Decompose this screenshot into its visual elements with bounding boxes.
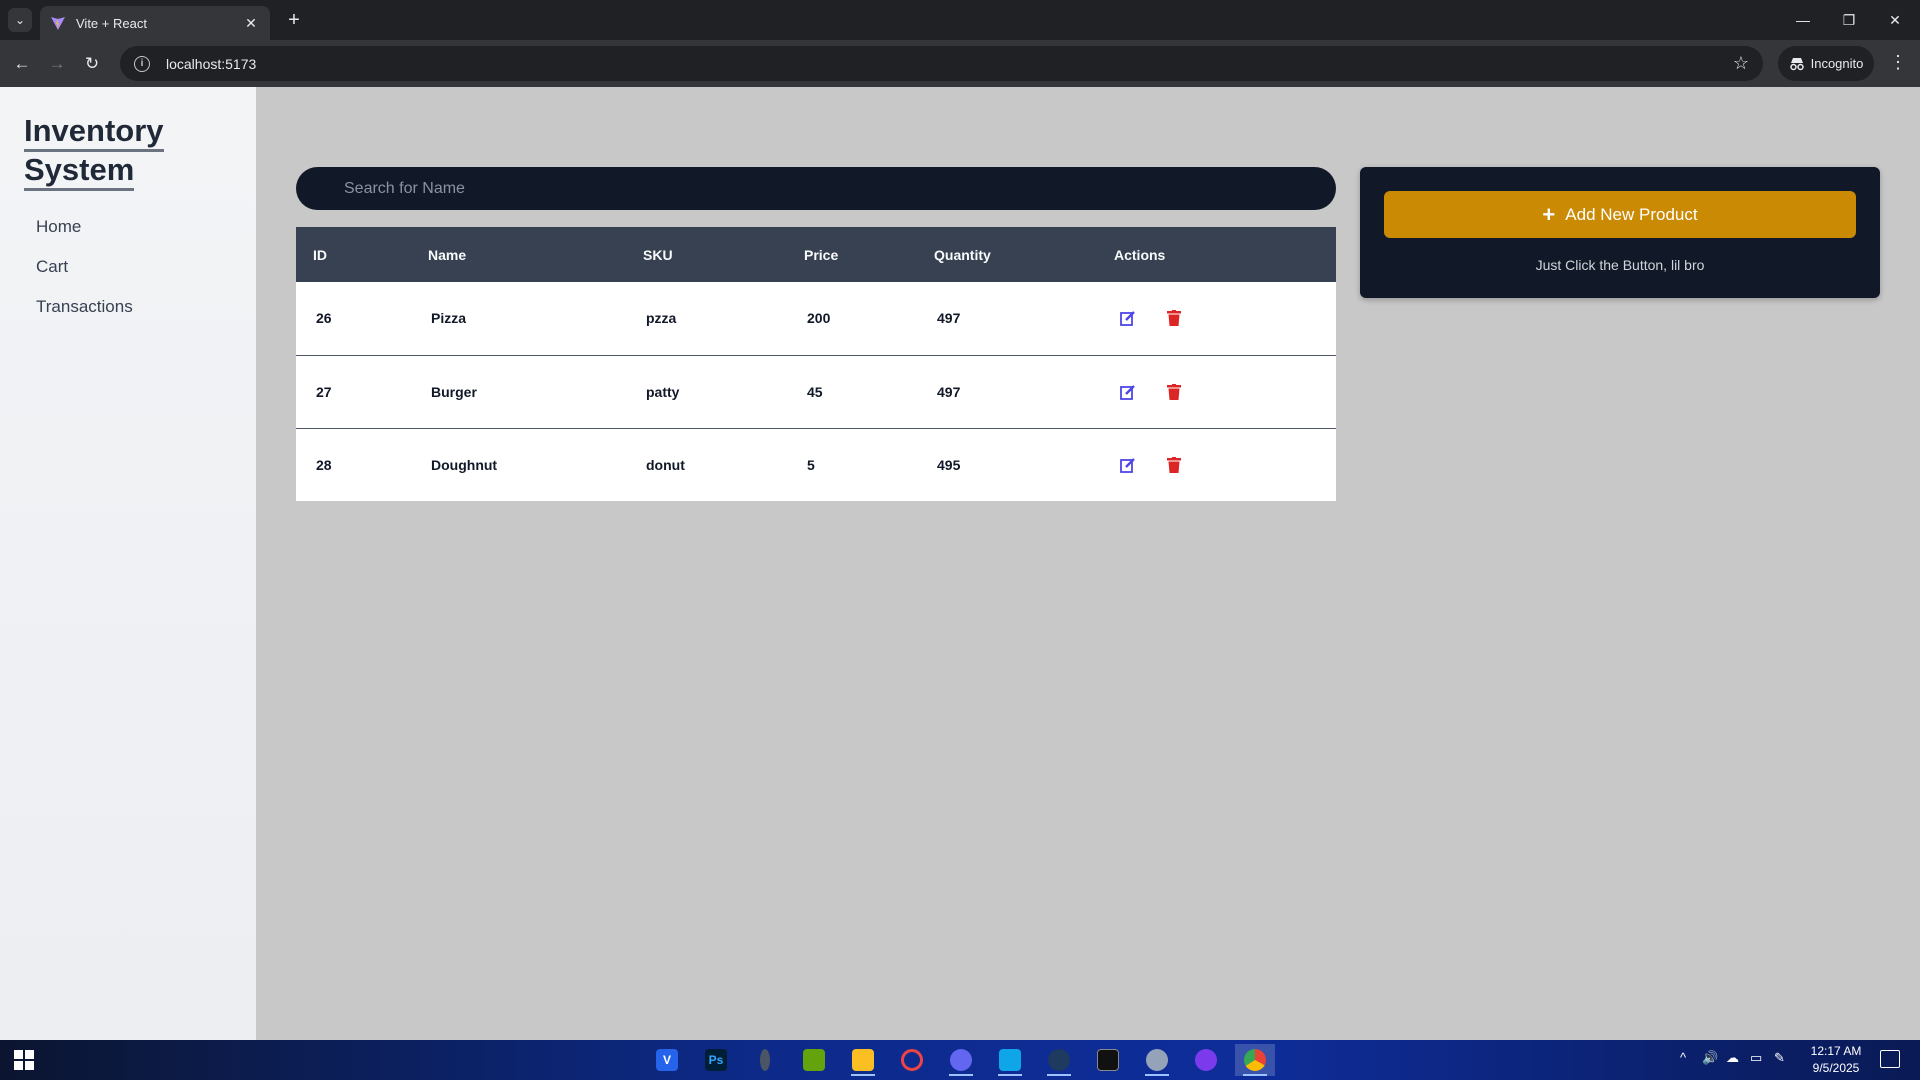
sidebar-nav: Home Cart Transactions <box>36 217 133 337</box>
tray-chevron-icon[interactable]: ^ <box>1680 1050 1686 1065</box>
add-new-product-button[interactable]: + Add New Product <box>1384 191 1856 238</box>
minecraft-icon[interactable] <box>794 1044 834 1076</box>
edit-icon[interactable] <box>1117 454 1139 476</box>
header-name: Name <box>428 246 467 263</box>
network-icon[interactable]: ▭ <box>1750 1050 1762 1066</box>
table-row: 27 Burger patty 45 497 <box>296 355 1336 428</box>
cell-price: 200 <box>807 310 831 327</box>
delete-icon[interactable] <box>1163 381 1185 403</box>
url-text: localhost:5173 <box>166 55 257 72</box>
brand-line-1: Inventory <box>24 113 164 152</box>
app-icon[interactable] <box>745 1044 785 1076</box>
file-explorer-icon[interactable] <box>843 1044 883 1076</box>
discord-icon[interactable] <box>941 1044 981 1076</box>
sidebar-item-cart[interactable]: Cart <box>36 257 133 297</box>
cell-sku: patty <box>646 383 680 400</box>
cell-name: Pizza <box>431 310 467 327</box>
edit-icon[interactable] <box>1117 381 1139 403</box>
cell-quantity: 497 <box>937 383 961 400</box>
forward-button[interactable]: → <box>45 52 69 76</box>
vivaldi-icon[interactable]: V <box>647 1044 687 1076</box>
photoshop-icon[interactable]: Ps <box>696 1044 736 1076</box>
browser-tabstrip: ⌄ Vite + React ✕ + — ❐ ✕ <box>0 0 1920 40</box>
panel-hint-text: Just Click the Button, lil bro <box>1535 257 1705 273</box>
app-viewport: Inventory System Home Cart Transactions … <box>0 87 1920 1040</box>
tab-close-icon[interactable]: ✕ <box>242 15 260 32</box>
add-button-label: Add New Product <box>1565 204 1698 224</box>
cell-name: Doughnut <box>431 456 498 473</box>
edit-icon[interactable] <box>1117 307 1139 329</box>
windows-taskbar: V Ps ^ 🔊 ☁ ▭ ✎ 12:17 AM 9/5/2025 <box>0 1040 1920 1080</box>
delete-icon[interactable] <box>1163 307 1185 329</box>
sidebar-item-transactions[interactable]: Transactions <box>36 297 133 337</box>
reload-button[interactable]: ↻ <box>80 52 104 76</box>
bookmark-star-icon[interactable]: ☆ <box>1733 53 1749 74</box>
browser-toolbar: ← → ↻ i localhost:5173 ☆ Incognito ⋮ <box>0 40 1920 87</box>
github-icon[interactable] <box>1186 1044 1226 1076</box>
sidebar-item-home[interactable]: Home <box>36 217 133 257</box>
cell-actions <box>1097 428 1336 501</box>
browser-menu-icon[interactable]: ⋮ <box>1886 52 1910 73</box>
cell-price: 5 <box>807 456 815 473</box>
header-price: Price <box>804 246 839 263</box>
table-header-row: ID Name SKU Price Quantity Actions <box>296 227 1336 282</box>
taskbar-clock[interactable]: 12:17 AM 9/5/2025 <box>1800 1043 1872 1077</box>
vscode-icon[interactable] <box>990 1044 1030 1076</box>
restore-button[interactable]: ❐ <box>1826 8 1872 32</box>
header-id: ID <box>313 246 327 263</box>
plus-icon: + <box>1542 201 1556 227</box>
incognito-label: Incognito <box>1810 56 1864 71</box>
minimize-button[interactable]: — <box>1780 8 1826 32</box>
cell-price: 45 <box>807 383 823 400</box>
close-window-button[interactable]: ✕ <box>1872 8 1918 32</box>
cell-quantity: 497 <box>937 310 961 327</box>
header-quantity: Quantity <box>934 246 991 263</box>
onedrive-icon[interactable]: ☁ <box>1726 1050 1739 1066</box>
cell-sku: donut <box>646 456 685 473</box>
clock-date: 9/5/2025 <box>1812 1061 1860 1075</box>
incognito-icon <box>1789 57 1804 70</box>
paint-icon[interactable] <box>1137 1044 1177 1076</box>
cell-actions <box>1097 355 1336 428</box>
volume-icon[interactable]: 🔊 <box>1702 1050 1718 1066</box>
table-row: 28 Doughnut donut 5 495 <box>296 428 1336 501</box>
terminal-icon[interactable] <box>1088 1044 1128 1076</box>
back-button[interactable]: ← <box>10 52 34 76</box>
site-info-icon[interactable]: i <box>134 55 150 72</box>
steam-icon[interactable] <box>1039 1044 1079 1076</box>
opera-icon[interactable] <box>892 1044 932 1076</box>
clock-time: 12:17 AM <box>1810 1044 1862 1058</box>
cell-name: Burger <box>431 383 477 400</box>
cell-sku: pzza <box>646 310 677 327</box>
tab-search-button[interactable]: ⌄ <box>8 8 32 32</box>
cell-id: 27 <box>316 383 332 400</box>
cell-id: 26 <box>316 310 332 327</box>
chrome-icon[interactable] <box>1235 1044 1275 1076</box>
delete-icon[interactable] <box>1163 454 1185 476</box>
incognito-badge[interactable]: Incognito <box>1778 46 1874 81</box>
products-table: ID Name SKU Price Quantity Actions 26 Pi… <box>296 227 1336 501</box>
header-sku: SKU <box>643 246 673 263</box>
sidebar: Inventory System Home Cart Transactions <box>0 87 256 1040</box>
search-bar <box>296 167 1336 210</box>
pen-icon[interactable]: ✎ <box>1774 1050 1785 1066</box>
vite-favicon-icon <box>51 16 65 30</box>
header-actions: Actions <box>1114 246 1166 263</box>
cell-quantity: 495 <box>937 456 961 473</box>
windows-start-icon[interactable] <box>14 1050 34 1070</box>
tab-title: Vite + React <box>76 15 147 31</box>
add-product-panel: + Add New Product Just Click the Button,… <box>1360 167 1880 298</box>
cell-actions <box>1097 282 1336 355</box>
browser-tab[interactable]: Vite + React ✕ <box>40 6 270 40</box>
cell-id: 28 <box>316 456 332 473</box>
notification-icon[interactable] <box>1880 1050 1900 1068</box>
brand-title: Inventory System <box>24 113 164 191</box>
search-input[interactable] <box>344 179 1336 198</box>
new-tab-button[interactable]: + <box>282 8 306 32</box>
table-row: 26 Pizza pzza 200 497 <box>296 282 1336 355</box>
address-bar[interactable]: i localhost:5173 ☆ <box>120 46 1763 81</box>
brand-line-2: System <box>24 152 135 191</box>
